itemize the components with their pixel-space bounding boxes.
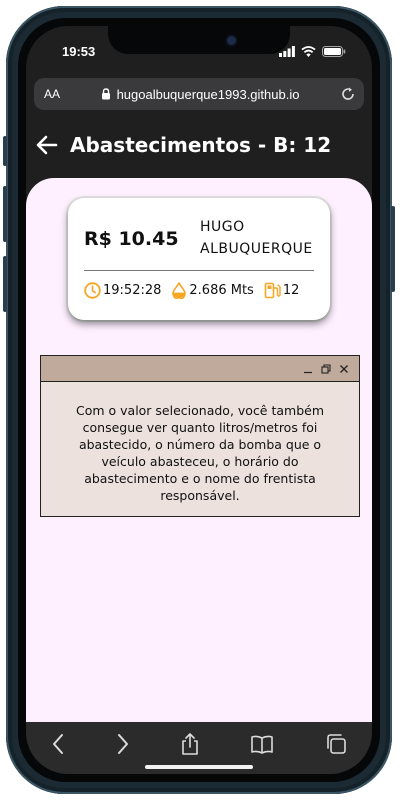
chevron-left-icon[interactable] [51,733,65,755]
home-indicator [145,765,253,769]
url-display[interactable]: hugoalbuquerque1993.github.io [60,87,340,102]
status-time: 19:53 [62,44,96,59]
fuel-pump-icon [264,282,281,299]
price-value: R$ 10.45 [84,228,179,250]
pump-number: 12 [264,282,300,299]
bezel: 19:53 AA hugoalbuquerque1993.github.io A… [18,18,380,782]
minimize-icon[interactable] [303,364,313,374]
back-arrow-icon[interactable] [36,135,58,155]
volume-down-button [3,256,7,312]
chevron-right-icon[interactable] [116,733,130,755]
refuel-volume-text: 2.686 Mts [189,283,254,298]
close-icon[interactable] [339,364,349,374]
status-icons [279,46,346,57]
tip-window: Com o valor selecionado, você também con… [40,355,360,517]
tabs-icon[interactable] [325,733,347,755]
attendant-last-name: ALBUQUERQUE [200,241,313,257]
wifi-icon [301,46,316,57]
reload-icon[interactable] [340,86,356,102]
address-bar[interactable]: AA hugoalbuquerque1993.github.io [34,78,364,110]
content-area: R$ 10.45 HUGO ALBUQUERQUE 19:52:28 2.686… [26,178,372,722]
clock-icon [84,282,101,299]
volume-up-button [3,186,7,242]
share-icon[interactable] [180,732,200,756]
screen: 19:53 AA hugoalbuquerque1993.github.io A… [26,26,372,774]
tip-text: Com o valor selecionado, você também con… [75,403,325,503]
power-button [391,206,395,292]
url-text: hugoalbuquerque1993.github.io [116,86,300,102]
notch [108,26,290,54]
camera [227,36,236,45]
mute-switch [3,136,7,166]
page-title: Abastecimentos - B: 12 [70,133,332,157]
attendant-first-name: HUGO [200,219,245,235]
refuel-volume: 2.686 Mts [171,282,254,299]
reader-aa-button[interactable]: AA [44,87,60,101]
refuel-time: 19:52:28 [84,282,161,299]
bookmarks-icon[interactable] [250,734,274,754]
phone-frame: 19:53 AA hugoalbuquerque1993.github.io A… [3,6,395,794]
card-divider [84,270,314,271]
refuel-card[interactable]: R$ 10.45 HUGO ALBUQUERQUE 19:52:28 2.686… [68,198,330,320]
lock-icon [101,88,110,100]
tip-window-titlebar [41,356,359,382]
app-header: Abastecimentos - B: 12 [26,122,372,168]
refuel-time-text: 19:52:28 [103,283,162,298]
drop-icon [172,282,187,299]
card-meta: 19:52:28 2.686 Mts 12 [84,282,299,299]
restore-icon[interactable] [321,363,331,374]
battery-icon [322,46,346,57]
pump-number-text: 12 [282,283,300,298]
attendant-name: HUGO ALBUQUERQUE [200,216,313,260]
